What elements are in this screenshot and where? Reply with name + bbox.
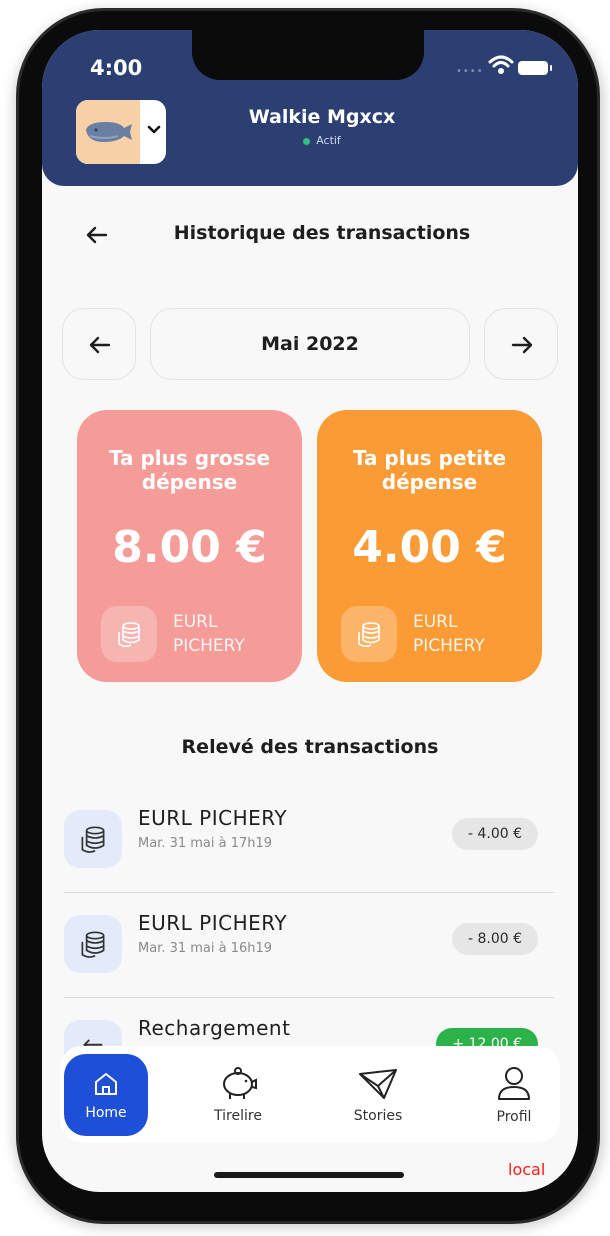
avatar [76, 100, 140, 164]
arrow-left-icon [89, 336, 111, 354]
transaction-amount: - 4.00 € [451, 818, 538, 850]
wifi-icon [488, 55, 514, 74]
signal-icon: •••• [456, 66, 484, 77]
chevron-down-icon [147, 125, 161, 134]
tab-label: Tirelire [214, 1108, 262, 1124]
card-title: Ta plus petite dépense [352, 446, 507, 494]
back-arrow-icon[interactable] [82, 220, 112, 250]
card-merchant: EURL PICHERY [173, 612, 245, 656]
statement-title: Relevé des transactions [181, 736, 439, 758]
next-month-button[interactable] [484, 308, 558, 380]
previous-month-button[interactable] [62, 308, 136, 380]
transaction-row[interactable]: EURL PICHERY Mar. 31 mai à 17h19 - 4.00 … [64, 788, 554, 892]
transaction-amount: - 8.00 € [451, 923, 538, 955]
battery-icon [518, 61, 552, 75]
environment-tag: local [508, 1160, 546, 1179]
home-indicator [214, 1172, 404, 1178]
tab-home[interactable]: Home [64, 1054, 148, 1136]
tab-tirelire[interactable]: Tirelire [196, 1054, 280, 1136]
coins-icon [101, 606, 157, 662]
current-month: Mai 2022 [150, 308, 470, 380]
card-title: Ta plus grosse dépense [108, 446, 271, 494]
tab-label: Profil [496, 1109, 532, 1125]
card-amount: 4.00 € [352, 522, 507, 573]
transaction-name: Rechargement [138, 1016, 291, 1040]
transaction-date: Mar. 31 mai à 17h19 [138, 836, 273, 851]
coins-icon [64, 810, 122, 868]
whale-icon [86, 122, 132, 142]
page-title: Historique des transactions [173, 222, 471, 244]
status-dot [303, 137, 311, 145]
app-screen: 4:00 •••• Walkie Mgxcx Actif Historique … [42, 30, 578, 1192]
tab-stories[interactable]: Stories [336, 1054, 420, 1136]
card-amount: 8.00 € [112, 522, 267, 573]
tab-label: Home [85, 1105, 127, 1121]
piggy-bank-icon [223, 1067, 257, 1099]
user-status-label: Actif [316, 134, 341, 147]
user-status: Actif [192, 134, 452, 147]
user-name: Walkie Mgxcx [248, 106, 396, 128]
arrow-right-icon [511, 336, 533, 354]
tab-profil[interactable]: Profil [472, 1054, 556, 1136]
transaction-name: EURL PICHERY [138, 911, 288, 935]
home-icon [95, 1073, 117, 1095]
status-time: 4:00 [90, 56, 143, 80]
transaction-date: Mar. 31 mai à 16h19 [138, 941, 273, 956]
user-icon [498, 1067, 530, 1100]
card-merchant: EURL PICHERY [413, 612, 485, 656]
paper-plane-icon [359, 1069, 397, 1099]
device-notch [192, 30, 424, 80]
account-switcher-button[interactable] [76, 100, 166, 164]
app-header: 4:00 •••• Walkie Mgxcx Actif [42, 30, 578, 186]
smallest-expense-card[interactable]: Ta plus petite dépense 4.00 € EURL PICHE… [317, 410, 542, 682]
transaction-name: EURL PICHERY [138, 806, 288, 830]
coins-icon [64, 915, 122, 973]
biggest-expense-card[interactable]: Ta plus grosse dépense 8.00 € EURL PICHE… [77, 410, 302, 682]
transaction-row[interactable]: EURL PICHERY Mar. 31 mai à 16h19 - 8.00 … [64, 893, 554, 997]
bottom-navigation: Home Tirelire Stories Profil [60, 1046, 560, 1142]
tab-label: Stories [353, 1108, 403, 1124]
coins-icon [341, 606, 397, 662]
